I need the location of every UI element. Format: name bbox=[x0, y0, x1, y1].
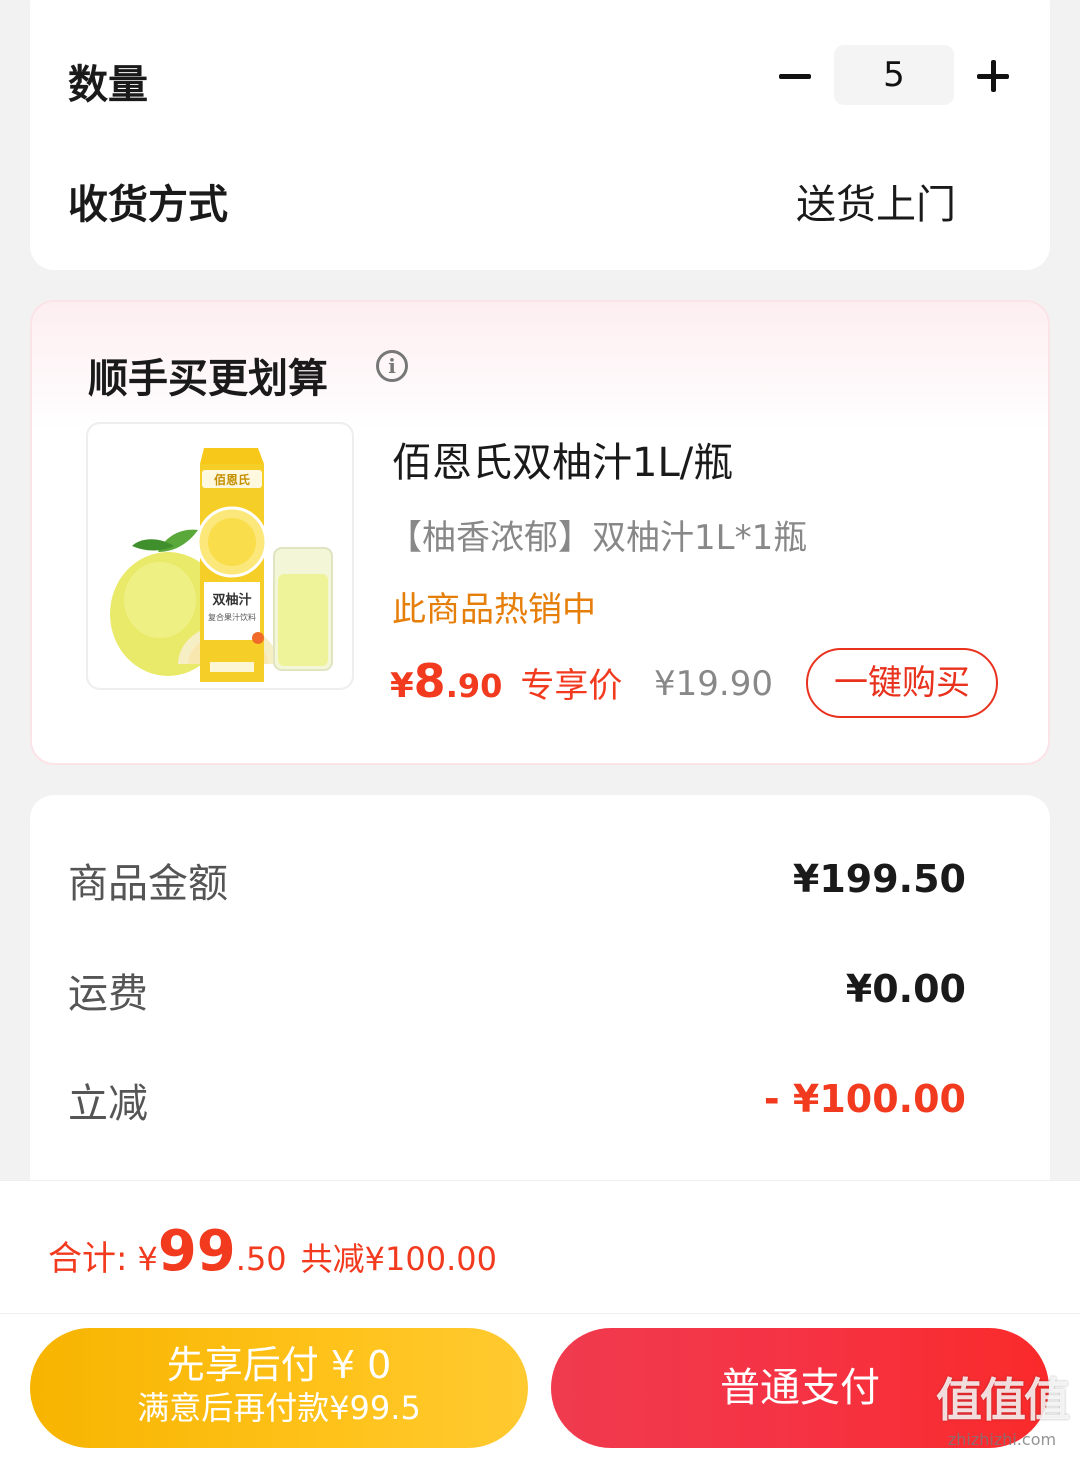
original-price: ¥19.90 bbox=[654, 664, 773, 704]
divider bbox=[0, 1313, 1080, 1314]
price-currency: ¥ bbox=[390, 666, 414, 706]
price-integer: 8 bbox=[413, 654, 446, 708]
pay-later-button[interactable]: 先享后付 ¥ 0 满意后再付款¥99.5 bbox=[30, 1328, 528, 1448]
checkout-page: 数量 5 收货方式 送货上门 顺手买更划算 i 佰恩氏 双柚汁 复合果汁饮料 佰… bbox=[0, 0, 1080, 1459]
total-integer: 99 bbox=[157, 1219, 236, 1284]
upsell-title: 顺手买更划算 bbox=[88, 356, 328, 402]
delivery-method-value[interactable]: 送货上门 bbox=[796, 172, 956, 230]
exclusive-price-tag: 专享价 bbox=[520, 666, 623, 706]
total-saved: 共减¥100.00 bbox=[300, 1240, 497, 1278]
order-options-card: 数量 5 收货方式 送货上门 bbox=[30, 0, 1050, 270]
checkout-bar: 合计: ¥ 99 .50 共减¥100.00 先享后付 ¥ 0 满意后再付款¥9… bbox=[0, 1180, 1080, 1459]
svg-text:复合果汁饮料: 复合果汁饮料 bbox=[208, 612, 256, 622]
one-click-buy-button[interactable]: 一键购买 bbox=[806, 648, 998, 718]
shipping-fee-label: 运费 bbox=[68, 971, 148, 1017]
product-name[interactable]: 佰恩氏双柚汁1L/瓶 bbox=[392, 430, 733, 488]
total-amount: 合计: ¥ 99 .50 共减¥100.00 bbox=[48, 1219, 497, 1284]
discount-label: 立减 bbox=[68, 1081, 148, 1127]
total-currency: ¥ bbox=[137, 1240, 158, 1278]
total-decimal: .50 bbox=[235, 1240, 287, 1278]
site-watermark: 值值值 zhizhizhi.com bbox=[928, 1370, 1076, 1456]
upsell-card: 顺手买更划算 i 佰恩氏 双柚汁 复合果汁饮料 佰恩氏双柚汁1L/瓶 【柚香浓郁… bbox=[30, 300, 1050, 765]
quantity-increase-button[interactable] bbox=[963, 46, 1023, 106]
watermark-logo: 值值值 bbox=[936, 1373, 1070, 1427]
discount-value: - ¥100.00 bbox=[763, 1077, 966, 1121]
pay-later-main-label: 先享后付 ¥ 0 bbox=[166, 1343, 392, 1387]
hot-selling-label: 此商品热销中 bbox=[392, 590, 596, 630]
quantity-decrease-button[interactable] bbox=[765, 46, 825, 106]
goods-amount-label: 商品金额 bbox=[68, 861, 228, 907]
price-summary-card: 商品金额 ¥199.50 运费 ¥0.00 立减 - ¥100.00 bbox=[30, 795, 1050, 1215]
price-decimal: .90 bbox=[445, 667, 503, 705]
total-label: 合计: bbox=[48, 1239, 128, 1279]
svg-text:佰恩氏: 佰恩氏 bbox=[214, 472, 250, 487]
goods-amount-value: ¥199.50 bbox=[792, 857, 966, 901]
quantity-input[interactable]: 5 bbox=[834, 45, 954, 105]
juice-carton-illustration: 佰恩氏 双柚汁 复合果汁饮料 bbox=[110, 448, 333, 682]
exclusive-price: ¥ 8 .90 专享价 bbox=[390, 654, 622, 714]
shipping-fee-value: ¥0.00 bbox=[845, 967, 966, 1011]
svg-text:双柚汁: 双柚汁 bbox=[212, 592, 251, 607]
product-image[interactable]: 佰恩氏 双柚汁 复合果汁饮料 bbox=[86, 422, 354, 690]
pay-later-sub-label: 满意后再付款¥99.5 bbox=[137, 1389, 421, 1427]
product-spec: 【柚香浓郁】双柚汁1L*1瓶 bbox=[388, 518, 808, 558]
minus-icon bbox=[779, 73, 811, 79]
info-circle-icon[interactable]: i bbox=[376, 350, 408, 382]
delivery-method-label: 收货方式 bbox=[68, 182, 228, 228]
watermark-url: zhizhizhi.com bbox=[947, 1430, 1057, 1449]
quantity-label: 数量 bbox=[68, 62, 148, 108]
